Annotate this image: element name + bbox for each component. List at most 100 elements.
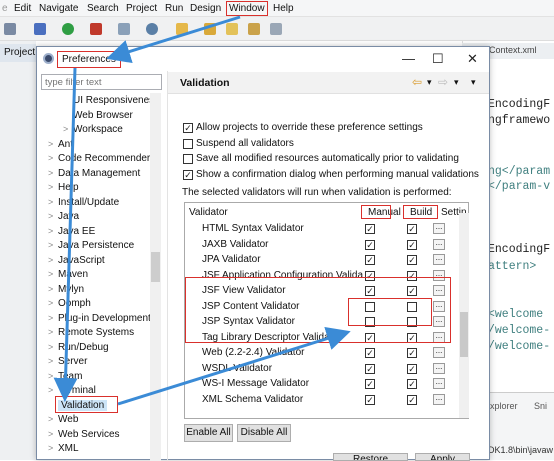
chevron-right-icon[interactable]: > (48, 342, 53, 352)
tree-item-oomph[interactable]: > Oomph (48, 298, 91, 309)
tree-item-javascript[interactable]: > JavaScript (48, 255, 105, 266)
tree-item-web[interactable]: > Web (48, 414, 78, 425)
pane-divider[interactable] (167, 71, 168, 461)
settings-button[interactable]: ... (433, 378, 445, 389)
option-label[interactable]: Save all modified resources automaticall… (196, 153, 459, 164)
chevron-right-icon[interactable]: > (48, 443, 53, 453)
enable-all-button[interactable]: Enable All (184, 424, 233, 442)
tree-item-plug-in-development[interactable]: > Plug-in Development (48, 313, 151, 324)
settings-button[interactable]: ... (433, 238, 445, 250)
view-menu-icon[interactable]: ▾ (471, 77, 476, 88)
tree-item-run-debug[interactable]: > Run/Debug (48, 342, 109, 353)
tree-item-java[interactable]: > Java (48, 211, 79, 222)
chevron-right-icon[interactable]: > (48, 298, 53, 308)
chevron-right-icon[interactable]: > (48, 429, 53, 439)
new-wizard-icon[interactable] (146, 23, 158, 35)
table-row[interactable]: Web (2.2-2.4) Validator... (185, 346, 455, 361)
tree-item-java-persistence[interactable]: > Java Persistence (48, 240, 134, 251)
folder-icon[interactable] (204, 23, 216, 35)
chevron-right-icon[interactable]: > (48, 153, 53, 163)
chevron-right-icon[interactable]: > (48, 327, 53, 337)
chevron-right-icon[interactable]: > (48, 168, 53, 178)
edit-icon[interactable] (248, 23, 260, 35)
tree-item-team[interactable]: > Team (48, 371, 82, 382)
back-menu-icon[interactable]: ▾ (427, 77, 432, 88)
close-button[interactable]: ✕ (467, 51, 478, 67)
chevron-right-icon[interactable]: > (48, 414, 53, 424)
settings-button[interactable]: ... (433, 393, 445, 405)
tree-item-maven[interactable]: > Maven (48, 269, 88, 280)
build-checkbox[interactable] (407, 255, 417, 265)
forward-menu-icon[interactable]: ▾ (454, 77, 459, 88)
disable-all-button[interactable]: Disable All (237, 424, 291, 442)
tree-item-workspace[interactable]: > Workspace (63, 124, 123, 135)
tree-item-terminal[interactable]: > Terminal (48, 385, 96, 396)
menu-search[interactable]: Search (87, 3, 119, 14)
table-scroll-thumb[interactable] (460, 312, 468, 357)
open-type-icon[interactable] (176, 23, 188, 35)
gear-icon[interactable] (4, 23, 16, 35)
table-row[interactable]: WSDL Validator... (185, 362, 455, 377)
tree-item-remote-systems[interactable]: > Remote Systems (48, 327, 134, 338)
chevron-right-icon[interactable]: > (48, 371, 53, 381)
tree-item-ui-responsiveness[interactable]: UI Responsiveness (73, 95, 159, 106)
option-checkbox[interactable] (183, 154, 193, 164)
table-row[interactable]: JPA Validator... (185, 253, 455, 268)
option-label[interactable]: Show a confirmation dialog when performi… (196, 169, 479, 180)
minimize-button[interactable]: — (402, 51, 415, 66)
table-row[interactable]: WS-I Message Validator... (185, 377, 455, 392)
settings-button[interactable]: ... (433, 347, 445, 358)
filter-input[interactable] (41, 74, 162, 90)
menu-help[interactable]: Help (273, 3, 294, 14)
manual-checkbox[interactable] (365, 348, 375, 358)
manual-checkbox[interactable] (365, 239, 375, 250)
back-icon[interactable]: ⇦ (412, 75, 422, 89)
external-tools-icon[interactable] (90, 23, 102, 35)
new-server-icon[interactable] (118, 23, 130, 35)
chevron-right-icon[interactable]: > (48, 211, 53, 221)
chevron-right-icon[interactable]: > (48, 182, 53, 192)
chevron-right-icon[interactable]: > (48, 197, 53, 207)
tree-item-install-update[interactable]: > Install/Update (48, 197, 119, 208)
chevron-right-icon[interactable]: > (48, 284, 53, 294)
chevron-right-icon[interactable]: > (63, 124, 68, 134)
build-checkbox[interactable] (407, 239, 417, 250)
menu-navigate[interactable]: Navigate (39, 3, 78, 14)
option-label[interactable]: Allow projects to override these prefere… (196, 122, 423, 133)
tree-item-xml[interactable]: > XML (48, 443, 79, 454)
table-row[interactable]: XML Schema Validator... (185, 393, 455, 408)
tree-item-server[interactable]: > Server (48, 356, 87, 367)
tree-item-mylyn[interactable]: > Mylyn (48, 284, 84, 295)
tree-item-data-management[interactable]: > Data Management (48, 168, 140, 179)
run-icon[interactable] (62, 23, 74, 35)
column-validator[interactable]: Validator (189, 207, 228, 218)
chevron-right-icon[interactable]: > (48, 139, 53, 149)
option-label[interactable]: Suspend all validators (196, 138, 294, 149)
build-checkbox[interactable] (407, 363, 417, 374)
menu-project[interactable]: Project (126, 3, 157, 14)
menu-run[interactable]: Run (165, 3, 183, 14)
table-row[interactable]: JAXB Validator... (185, 238, 455, 253)
table-row[interactable]: HTML Syntax Validator... (185, 222, 455, 237)
chevron-right-icon[interactable]: > (48, 226, 53, 236)
tree-item-java-ee[interactable]: > Java EE (48, 226, 95, 237)
search-icon[interactable] (226, 23, 238, 35)
tree-item-ant[interactable]: > Ant (48, 139, 73, 150)
chevron-right-icon[interactable]: > (48, 385, 53, 395)
option-checkbox[interactable] (183, 123, 193, 133)
menu-window[interactable]: Window (226, 1, 268, 16)
dialog-titlebar[interactable]: Preferences — ☐ ✕ (37, 47, 489, 71)
tree-item-help[interactable]: > Help (48, 182, 79, 193)
build-checkbox[interactable] (407, 224, 417, 234)
tree-item-code-recommenders[interactable]: > Code Recommenders (48, 153, 155, 164)
manual-checkbox[interactable] (365, 224, 375, 234)
chevron-right-icon[interactable]: > (48, 255, 53, 265)
settings-button[interactable]: ... (433, 362, 445, 374)
settings-button[interactable]: ... (433, 254, 445, 265)
settings-button[interactable]: ... (433, 223, 445, 234)
debug-icon[interactable] (34, 23, 46, 35)
manual-checkbox[interactable] (365, 394, 375, 405)
build-checkbox[interactable] (407, 348, 417, 358)
maximize-button[interactable]: ☐ (432, 51, 444, 67)
manual-checkbox[interactable] (365, 255, 375, 265)
